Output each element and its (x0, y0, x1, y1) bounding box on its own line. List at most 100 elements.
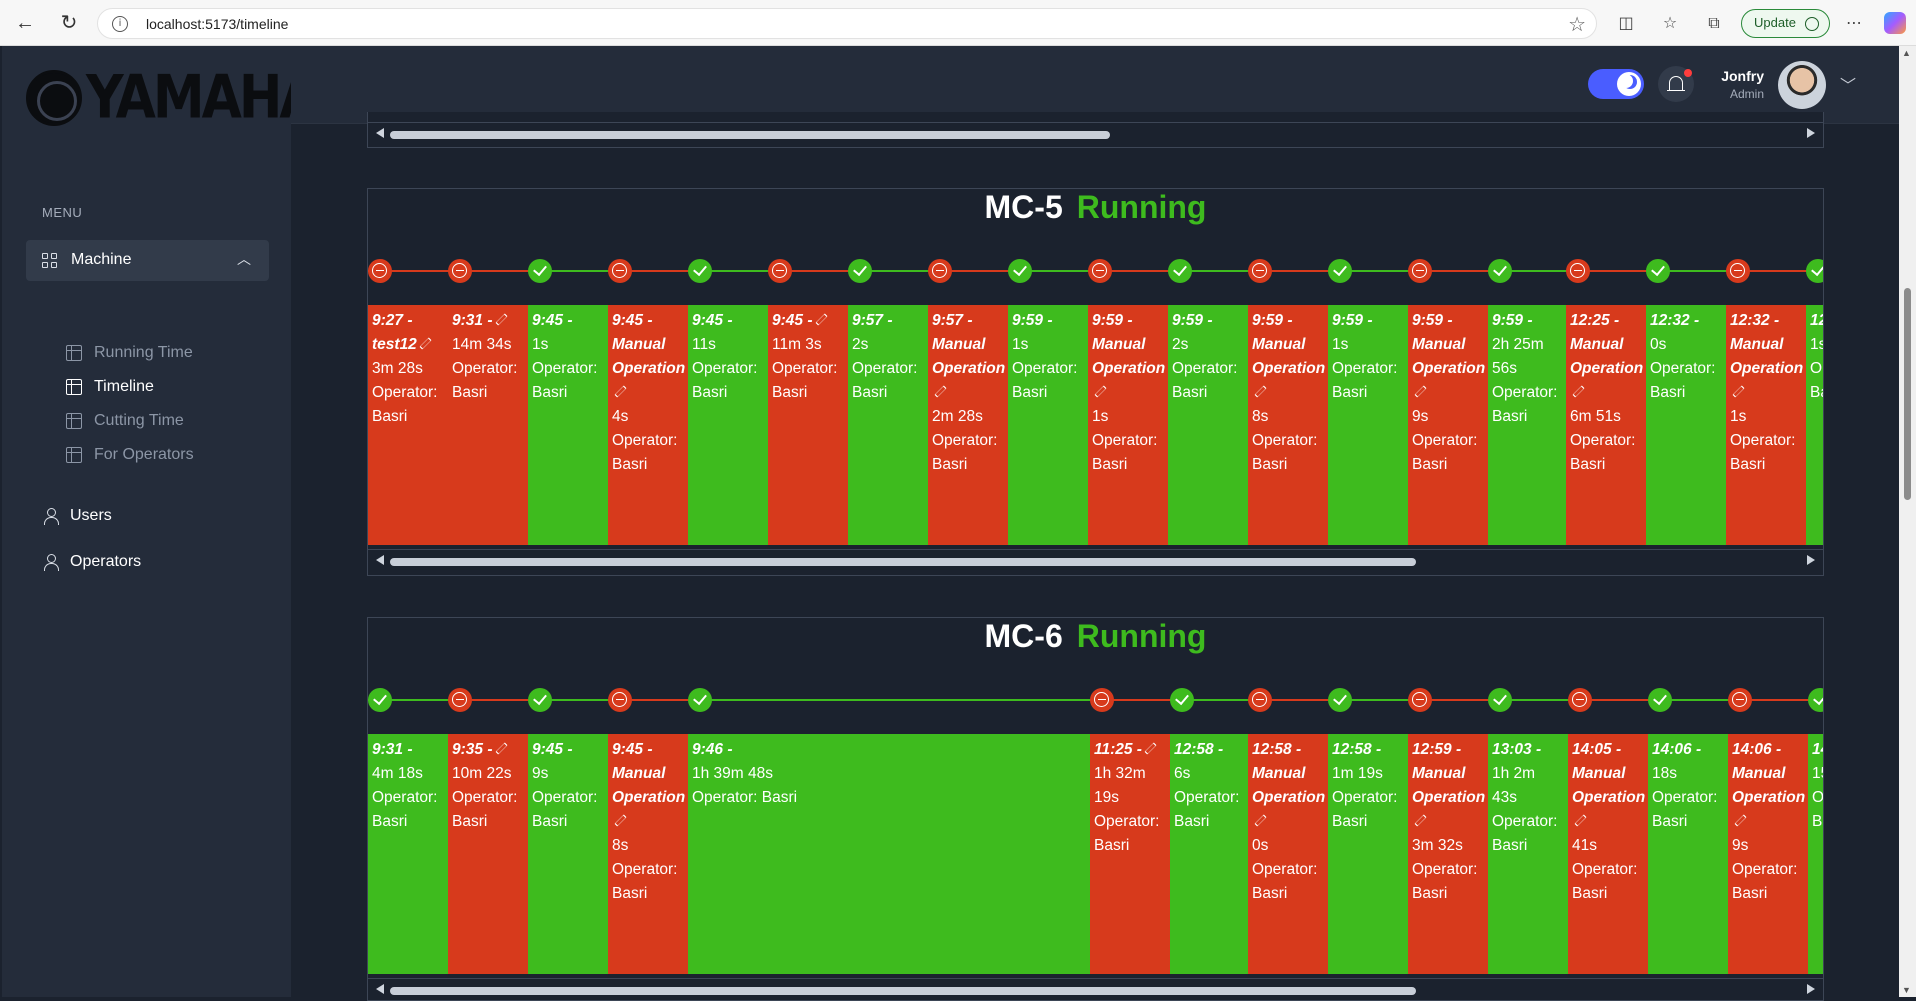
update-button[interactable]: Update (1741, 9, 1830, 38)
stop-circle-icon[interactable] (608, 259, 632, 283)
scroll-right-icon[interactable] (1807, 555, 1815, 565)
stop-circle-icon[interactable] (1088, 259, 1112, 283)
timeline-segment[interactable]: 9:31 - 14m 34s Operator: Basri (448, 305, 528, 545)
check-circle-icon[interactable] (1806, 259, 1823, 283)
dark-mode-toggle[interactable] (1588, 69, 1644, 99)
check-circle-icon[interactable] (688, 259, 712, 283)
timeline-segment[interactable]: 9:45 - 11m 3s Operator: Basri (768, 305, 848, 545)
timeline-segment[interactable]: 9:31 - 4m 18s Operator: Basri (368, 734, 448, 974)
stop-circle-icon[interactable] (368, 259, 392, 283)
timeline-segment[interactable]: 12:32 - Manual Operation 1s Operator: Basri (1726, 305, 1806, 545)
edit-pencil-icon[interactable] (419, 337, 432, 350)
edit-pencil-icon[interactable] (1414, 385, 1427, 398)
check-circle-icon[interactable] (848, 259, 872, 283)
timeline-segment[interactable]: 12: 1s O Ba (1806, 305, 1823, 545)
page-scrollbar-thumb[interactable] (1904, 288, 1911, 500)
edit-pencil-icon[interactable] (1254, 385, 1267, 398)
timeline-segment[interactable]: 9:45 - 11s Operator: Basri (688, 305, 768, 545)
stop-circle-icon[interactable] (1408, 688, 1432, 712)
check-circle-icon[interactable] (1008, 259, 1032, 283)
address-bar[interactable]: i localhost:5173/timeline ☆ (97, 8, 1597, 39)
edit-pencil-icon[interactable] (1144, 742, 1157, 755)
stop-circle-icon[interactable] (1248, 688, 1272, 712)
scrollbar-thumb[interactable] (390, 558, 1416, 566)
timeline-segment[interactable]: 9:27 - test12 3m 28s Operator: Basri (368, 305, 448, 545)
split-screen-icon[interactable]: ◫ (1614, 11, 1638, 35)
stop-circle-icon[interactable] (1566, 259, 1590, 283)
check-circle-icon[interactable] (528, 688, 552, 712)
favorite-star-icon[interactable]: ☆ (1568, 12, 1586, 37)
collections-icon[interactable]: ⧉ (1702, 11, 1726, 35)
stop-circle-icon[interactable] (608, 688, 632, 712)
stop-circle-icon[interactable] (768, 259, 792, 283)
horizontal-scrollbar[interactable] (368, 978, 1823, 1000)
timeline-segment[interactable]: 9:45 - 9s Operator: Basri (528, 734, 608, 974)
page-scrollbar[interactable]: ▲ ▼ (1899, 46, 1916, 997)
notifications-button[interactable] (1658, 66, 1694, 102)
scroll-down-icon[interactable]: ▼ (1902, 985, 1911, 995)
chevron-up-icon[interactable]: ︿ (237, 249, 251, 269)
user-name[interactable]: Jonfry (1718, 68, 1764, 84)
check-circle-icon[interactable] (1488, 259, 1512, 283)
scroll-right-icon[interactable] (1807, 128, 1815, 138)
scroll-up-icon[interactable]: ▲ (1902, 48, 1911, 58)
timeline-segment[interactable]: 9:59 - Manual Operation 9s Operator: Basri (1408, 305, 1488, 545)
edit-pencil-icon[interactable] (494, 742, 508, 755)
back-icon[interactable]: ← (12, 10, 38, 36)
timeline-segment[interactable]: 12:58 - Manual Operation 0s Operator: Basri (1248, 734, 1328, 974)
timeline-segment[interactable]: 9:45 - Manual Operation 8s Operator: Basri (608, 734, 688, 974)
check-circle-icon[interactable] (1328, 688, 1352, 712)
scrollbar-thumb[interactable] (390, 131, 1110, 139)
timeline-segment[interactable]: 9:57 - 2s Operator: Basri (848, 305, 928, 545)
edit-pencil-icon[interactable] (1254, 814, 1267, 827)
timeline-segment[interactable]: 11:25 - 1h 32m 19s Operator: Basri (1090, 734, 1170, 974)
check-circle-icon[interactable] (1646, 259, 1670, 283)
chevron-down-icon[interactable]: ﹀ (1840, 72, 1856, 96)
edit-pencil-icon[interactable] (934, 385, 947, 398)
check-circle-icon[interactable] (368, 688, 392, 712)
timeline-segment[interactable]: 12:59 - Manual Operation 3m 32s Operator: Ba… (1408, 734, 1488, 974)
timeline-segment[interactable]: 13:03 - 1h 2m 43s Operator: Basri (1488, 734, 1568, 974)
timeline-segment[interactable]: 9:59 - 1s Operator: Basri (1328, 305, 1408, 545)
check-circle-icon[interactable] (528, 259, 552, 283)
timeline-segment[interactable]: 9:45 - Manual Operation 4s Operator: Basri (608, 305, 688, 545)
horizontal-scrollbar[interactable] (368, 549, 1823, 573)
stop-circle-icon[interactable] (1090, 688, 1114, 712)
timeline-segment[interactable]: 12:32 - 0s Operator: Basri (1646, 305, 1726, 545)
timeline-segment[interactable]: 9:46 - 1h 39m 48s Operator: Basri (688, 734, 1090, 974)
stop-circle-icon[interactable] (1568, 688, 1592, 712)
timeline-segment[interactable]: 14:05 - Manual Operation 41s Operator: Basri (1568, 734, 1648, 974)
edit-pencil-icon[interactable] (1732, 385, 1745, 398)
yamaha-logo[interactable]: YAMAHA (26, 64, 320, 133)
info-icon[interactable]: i (112, 16, 128, 32)
timeline-segment[interactable]: 12:58 - 1m 19s Operator: Basri (1328, 734, 1408, 974)
stop-circle-icon[interactable] (1726, 259, 1750, 283)
check-circle-icon[interactable] (1808, 688, 1823, 712)
scrollbar-thumb[interactable] (390, 987, 1416, 995)
timeline-segment[interactable]: 9:59 - Manual Operation 1s Operator: Basri (1088, 305, 1168, 545)
scroll-left-icon[interactable] (376, 128, 384, 138)
timeline-segment[interactable]: 9:59 - 2h 25m 56s Operator: Basri (1488, 305, 1566, 545)
more-options-icon[interactable]: ⋯ (1842, 11, 1866, 35)
stop-circle-icon[interactable] (1408, 259, 1432, 283)
check-circle-icon[interactable] (1488, 688, 1512, 712)
stop-circle-icon[interactable] (1248, 259, 1272, 283)
edit-pencil-icon[interactable] (614, 814, 627, 827)
stop-circle-icon[interactable] (928, 259, 952, 283)
favorites-icon[interactable]: ☆ (1658, 11, 1682, 35)
edit-pencil-icon[interactable] (1574, 814, 1587, 827)
check-circle-icon[interactable] (1328, 259, 1352, 283)
check-circle-icon[interactable] (1170, 688, 1194, 712)
stop-circle-icon[interactable] (1728, 688, 1752, 712)
edit-pencil-icon[interactable] (814, 313, 828, 326)
timeline-segment[interactable]: 9:59 - 2s Operator: Basri (1168, 305, 1248, 545)
timeline-segment[interactable]: 9:35 - 10m 22s Operator: Basri (448, 734, 528, 974)
scroll-left-icon[interactable] (376, 555, 384, 565)
edit-pencil-icon[interactable] (1414, 814, 1427, 827)
sidebar-item-machine[interactable]: Machine ︿ (26, 240, 269, 281)
edit-pencil-icon[interactable] (1572, 385, 1585, 398)
scroll-right-icon[interactable] (1807, 984, 1815, 994)
copilot-icon[interactable] (1884, 12, 1906, 34)
timeline-segment[interactable]: 14 15 O Ba (1808, 734, 1823, 974)
stop-circle-icon[interactable] (448, 688, 472, 712)
